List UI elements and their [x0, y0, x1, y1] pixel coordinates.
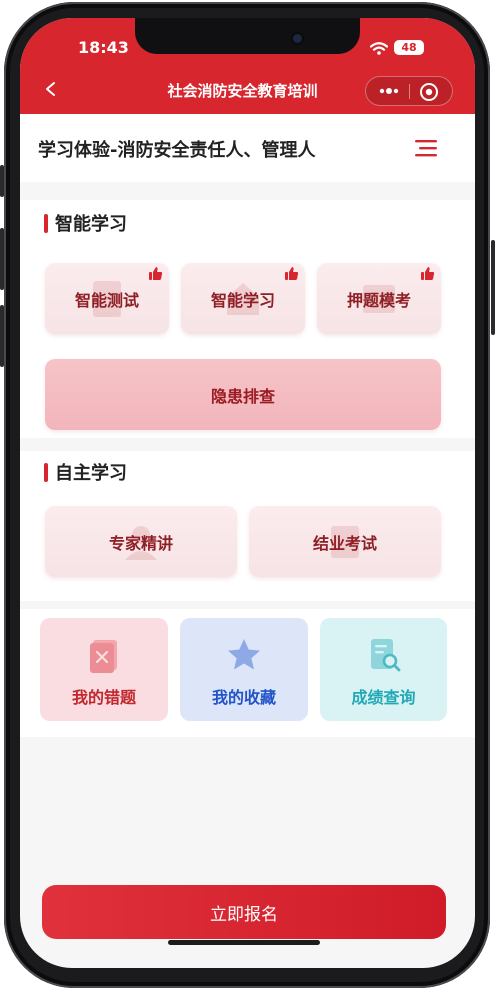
card-label: 结业考试: [312, 533, 377, 553]
more-dots-icon[interactable]: [374, 81, 404, 101]
smart-test-card[interactable]: 智能测试: [45, 263, 169, 334]
section-title: 自主学习: [55, 463, 127, 484]
notch: [135, 18, 360, 54]
capsule-divider: [409, 84, 410, 99]
thumbs-up-icon: [149, 267, 163, 280]
card-label: 专家精讲: [108, 533, 173, 553]
star-icon: [228, 639, 260, 670]
card-label: 押题模考: [346, 290, 411, 310]
quick-tiles-section: 我的错题 我的收藏 成绩查询: [20, 609, 475, 737]
course-header: 学习体验-消防安全责任人、管理人: [20, 114, 475, 182]
tile-label: 成绩查询: [351, 688, 416, 707]
mini-program-capsule: [365, 76, 453, 106]
section-heading: 自主学习: [44, 459, 127, 485]
home-indicator: [168, 940, 320, 945]
phone-side-button-silent: [0, 165, 4, 197]
smart-learning-section: 智能学习 智能测试 智能学习 押题模考 隐患排查: [20, 200, 475, 438]
camera-icon: [293, 34, 302, 43]
section-marker: [44, 462, 48, 482]
section-marker: [44, 213, 48, 233]
wrong-questions-tile[interactable]: 我的错题: [40, 618, 168, 721]
menu-icon[interactable]: [414, 138, 438, 158]
card-label: 智能测试: [74, 290, 139, 310]
score-search-icon: [370, 639, 400, 672]
phone-side-button-volume-up: [0, 228, 4, 290]
card-label: 智能学习: [210, 290, 275, 310]
section-heading: 智能学习: [44, 210, 127, 236]
status-time: 18:43: [78, 38, 129, 57]
thumbs-up-icon: [421, 267, 435, 280]
top-bar: 18:43 48 社会消防安全教育培训: [20, 18, 475, 114]
target-icon[interactable]: [418, 81, 440, 103]
phone-side-button-volume-down: [0, 305, 4, 367]
mock-exam-card[interactable]: 押题模考: [317, 263, 441, 334]
tile-label: 我的错题: [71, 688, 136, 707]
phone-side-button-power: [491, 240, 495, 335]
enroll-now-button[interactable]: 立即报名: [42, 885, 446, 939]
app-screen: 18:43 48 社会消防安全教育培训 学习体验-消防安全责任人、管理人 智能学…: [20, 18, 475, 968]
course-title: 学习体验-消防安全责任人、管理人: [38, 140, 316, 161]
final-exam-card[interactable]: 结业考试: [249, 506, 441, 577]
self-study-section: 自主学习 专家精讲 结业考试: [20, 451, 475, 601]
section-title: 智能学习: [55, 214, 127, 235]
favorites-tile[interactable]: 我的收藏: [180, 618, 308, 721]
smart-learning-card[interactable]: 智能学习: [181, 263, 305, 334]
enroll-now-label: 立即报名: [210, 904, 278, 925]
wrong-questions-icon: [90, 640, 117, 673]
expert-lecture-card[interactable]: 专家精讲: [45, 506, 237, 577]
score-query-tile[interactable]: 成绩查询: [320, 618, 447, 721]
wifi-icon: [370, 42, 388, 55]
card-label: 隐患排查: [210, 386, 275, 406]
battery-icon: 48: [394, 40, 424, 55]
thumbs-up-icon: [285, 267, 299, 280]
hazard-check-card[interactable]: 隐患排查: [45, 359, 441, 430]
tile-label: 我的收藏: [211, 688, 276, 707]
